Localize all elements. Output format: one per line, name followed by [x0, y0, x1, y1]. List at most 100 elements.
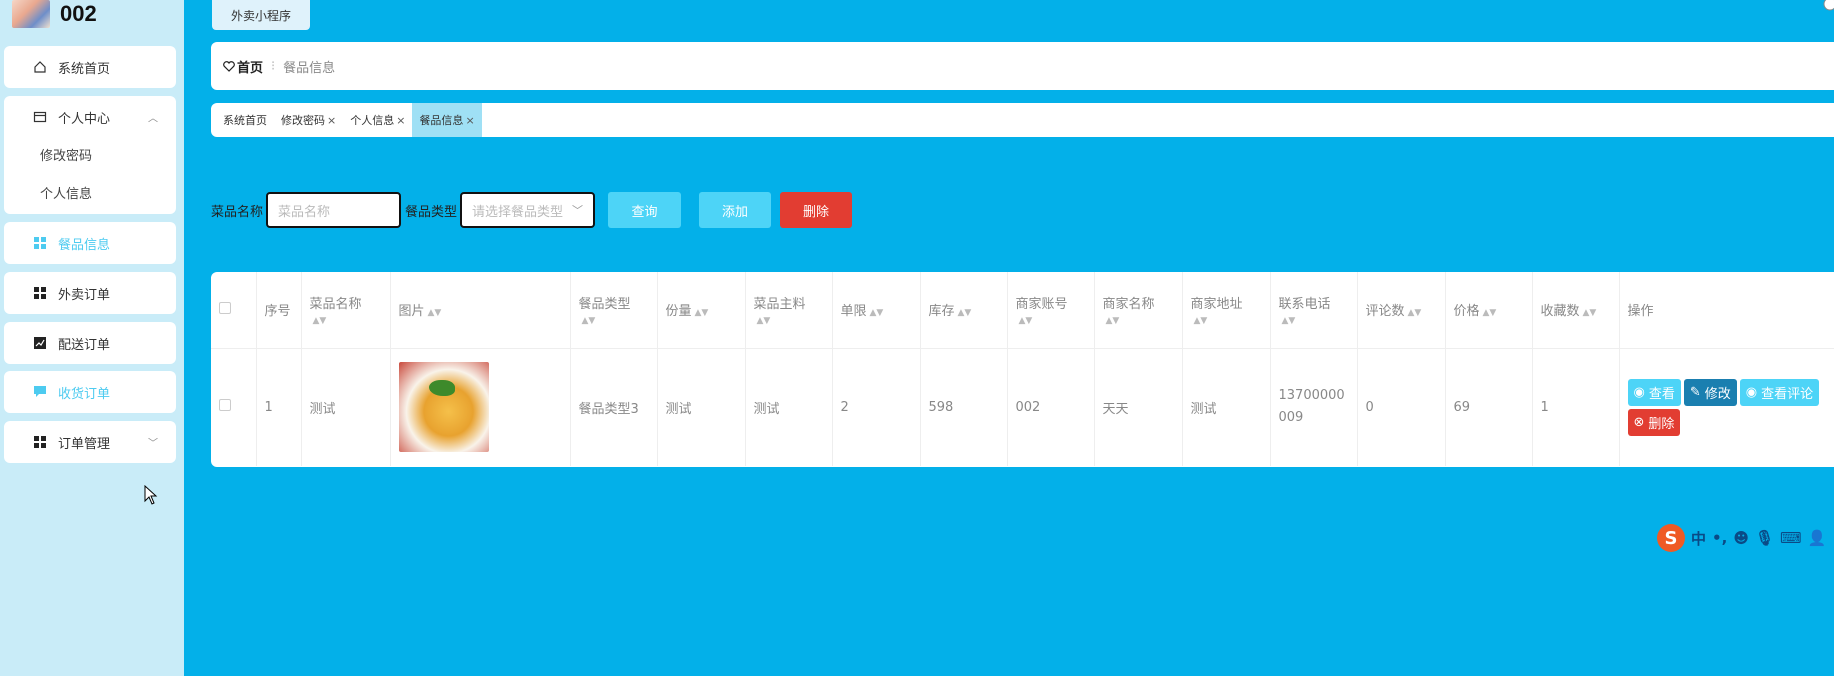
tab-change-password[interactable]: 修改密码 × — [274, 103, 343, 137]
row-checkbox[interactable] — [211, 348, 257, 466]
column-header[interactable]: 库存 ▲▼ — [920, 272, 1008, 349]
column-header[interactable]: 商家名称 ▲▼ — [1094, 272, 1183, 349]
sort-icon: ▲▼ — [756, 315, 771, 326]
column-header[interactable]: 商家账号 ▲▼ — [1007, 272, 1095, 349]
delete-button[interactable]: ⊗ 删除 — [1627, 408, 1681, 436]
tab-food-info[interactable]: 餐品信息 × — [412, 103, 482, 137]
column-header[interactable]: 餐品类型 ▲▼ — [570, 272, 658, 349]
cell-account: 002 — [1007, 348, 1095, 466]
tabs-bar: 系统首页 修改密码 × 个人信息 × 餐品信息 × — [211, 103, 1834, 137]
column-header[interactable]: 菜品名称 ▲▼ — [301, 272, 391, 349]
column-header[interactable]: 价格 ▲▼ — [1445, 272, 1533, 349]
cell-address: 测试 — [1182, 348, 1271, 466]
sort-icon: ▲▼ — [312, 315, 327, 326]
sidebar-item-received-orders[interactable]: 收货订单 — [4, 371, 176, 413]
sidebar-subitem-change-password[interactable]: 修改密码 — [4, 138, 176, 176]
message-icon — [32, 384, 48, 400]
query-button[interactable]: 查询 — [608, 192, 682, 228]
punctuation-icon[interactable]: •, — [1712, 529, 1727, 547]
sidebar-item-home[interactable]: 系统首页 — [4, 46, 176, 88]
name-search-input[interactable]: 菜品名称 — [266, 192, 402, 228]
breadcrumb-home[interactable]: 首页 — [223, 57, 263, 76]
close-icon[interactable]: × — [327, 114, 336, 127]
edit-button[interactable]: ✎ 修改 — [1683, 378, 1737, 406]
select-all-checkbox[interactable] — [211, 272, 257, 349]
eye-icon: ◉ — [1633, 384, 1645, 400]
sidebar-item-order-management[interactable]: 订单管理 ﹀ — [4, 421, 176, 463]
batch-delete-button[interactable]: 删除 — [780, 192, 853, 228]
sidebar-item-label: 收货订单 — [58, 386, 111, 402]
user-icon[interactable]: 👤 — [1808, 529, 1827, 547]
keyboard-icon[interactable]: ⌨ — [1780, 529, 1802, 547]
cell-favorites: 1 — [1532, 348, 1620, 466]
sidebar-item-label: 系统首页 — [58, 61, 111, 77]
table-row: 1 测试 餐品类型3 测试 测试 2 598 002 天天 测试 1370000… — [211, 348, 1834, 466]
top-app-tab[interactable]: 外卖小程序 — [212, 0, 310, 30]
microphone-icon[interactable]: 🎙 — [1755, 529, 1774, 547]
column-header[interactable]: 份量 ▲▼ — [657, 272, 746, 349]
name-label: 菜品名称 — [211, 204, 264, 220]
cell-price: 69 — [1445, 348, 1533, 466]
close-circle-icon: ⊗ — [1633, 414, 1645, 430]
sidebar-item-personal[interactable]: 个人中心 ︿ — [4, 96, 176, 138]
close-icon[interactable]: × — [465, 114, 474, 127]
search-form: 菜品名称 菜品名称 餐品类型 请选择餐品类型 ﹀ 查询 添加 删除 — [211, 192, 853, 228]
cell-merchant: 天天 — [1094, 348, 1183, 466]
sidebar-item-label: 外卖订单 — [58, 287, 111, 303]
view-button[interactable]: ◉ 查看 — [1627, 378, 1681, 406]
eye-icon: ◉ — [1745, 384, 1758, 400]
view-comments-button[interactable]: ◉ 查看评论 — [1739, 378, 1820, 406]
cell-type: 餐品类型3 — [570, 348, 658, 466]
sort-icon: ▲▼ — [1407, 308, 1422, 319]
home-icon — [32, 59, 48, 75]
ime-mode-label[interactable]: 中 — [1691, 528, 1706, 549]
column-header[interactable]: 单限 ▲▼ — [832, 272, 921, 349]
breadcrumb-current: 餐品信息 — [283, 60, 336, 76]
sort-icon: ▲▼ — [427, 308, 442, 319]
grid-icon — [32, 285, 48, 301]
type-select[interactable]: 请选择餐品类型 ﹀ — [460, 192, 596, 228]
sort-icon: ▲▼ — [869, 308, 884, 319]
column-header[interactable]: 商家地址 ▲▼ — [1182, 272, 1271, 349]
corner-icon[interactable] — [1820, 0, 1834, 14]
sort-icon: ▲▼ — [581, 315, 596, 326]
ime-toolbar[interactable]: S 中 •, ☻ 🎙 ⌨ 👤 — [1657, 524, 1826, 552]
cell-image — [390, 348, 571, 466]
column-header[interactable]: 图片 ▲▼ — [390, 272, 571, 349]
cell-limit: 2 — [832, 348, 921, 466]
grid-icon — [32, 434, 48, 450]
cell-no: 1 — [256, 348, 302, 466]
heart-icon — [223, 60, 235, 72]
cell-portion: 测试 — [657, 348, 746, 466]
pencil-icon: ✎ — [1689, 384, 1701, 400]
cell-stock: 598 — [920, 348, 1008, 466]
tab-personal-info[interactable]: 个人信息 × — [343, 103, 412, 137]
sidebar-item-label: 订单管理 — [58, 436, 111, 452]
column-header[interactable]: 联系电话 ▲▼ — [1270, 272, 1358, 349]
column-header: 序号 — [256, 272, 302, 349]
emoji-icon[interactable]: ☻ — [1733, 529, 1749, 547]
id-card-icon — [32, 109, 48, 125]
cell-comments: 0 — [1357, 348, 1446, 466]
sidebar-subitem-personal-info[interactable]: 个人信息 — [4, 176, 176, 214]
sogou-logo-icon: S — [1657, 524, 1685, 552]
sidebar-item-takeout-orders[interactable]: 外卖订单 — [4, 272, 176, 314]
add-button[interactable]: 添加 — [699, 192, 772, 228]
app-logo — [12, 0, 50, 28]
sidebar-item-delivery-orders[interactable]: 配送订单 — [4, 322, 176, 364]
chevron-up-icon: ︿ — [148, 113, 158, 125]
column-header[interactable]: 菜品主料 ▲▼ — [745, 272, 833, 349]
sidebar-item-food-info[interactable]: 餐品信息 — [4, 222, 176, 264]
column-header[interactable]: 评论数 ▲▼ — [1357, 272, 1446, 349]
cell-phone: 13700000009 — [1270, 348, 1358, 466]
tab-home[interactable]: 系统首页 — [216, 103, 274, 137]
sort-icon: ▲▼ — [1482, 308, 1497, 319]
column-header[interactable]: 收藏数 ▲▼ — [1532, 272, 1620, 349]
close-icon[interactable]: × — [396, 114, 405, 127]
cell-name: 测试 — [301, 348, 391, 466]
data-table: 序号 菜品名称 ▲▼ 图片 ▲▼ 餐品类型 ▲▼ 份量 ▲▼ 菜品主料 ▲▼ 单限 ▲▼ 库… — [211, 272, 1834, 467]
mouse-cursor-icon — [144, 484, 158, 509]
chart-icon — [32, 335, 48, 351]
app-title: 002 — [60, 1, 97, 26]
breadcrumb: 首页 ⁝ 餐品信息 — [211, 42, 1834, 90]
